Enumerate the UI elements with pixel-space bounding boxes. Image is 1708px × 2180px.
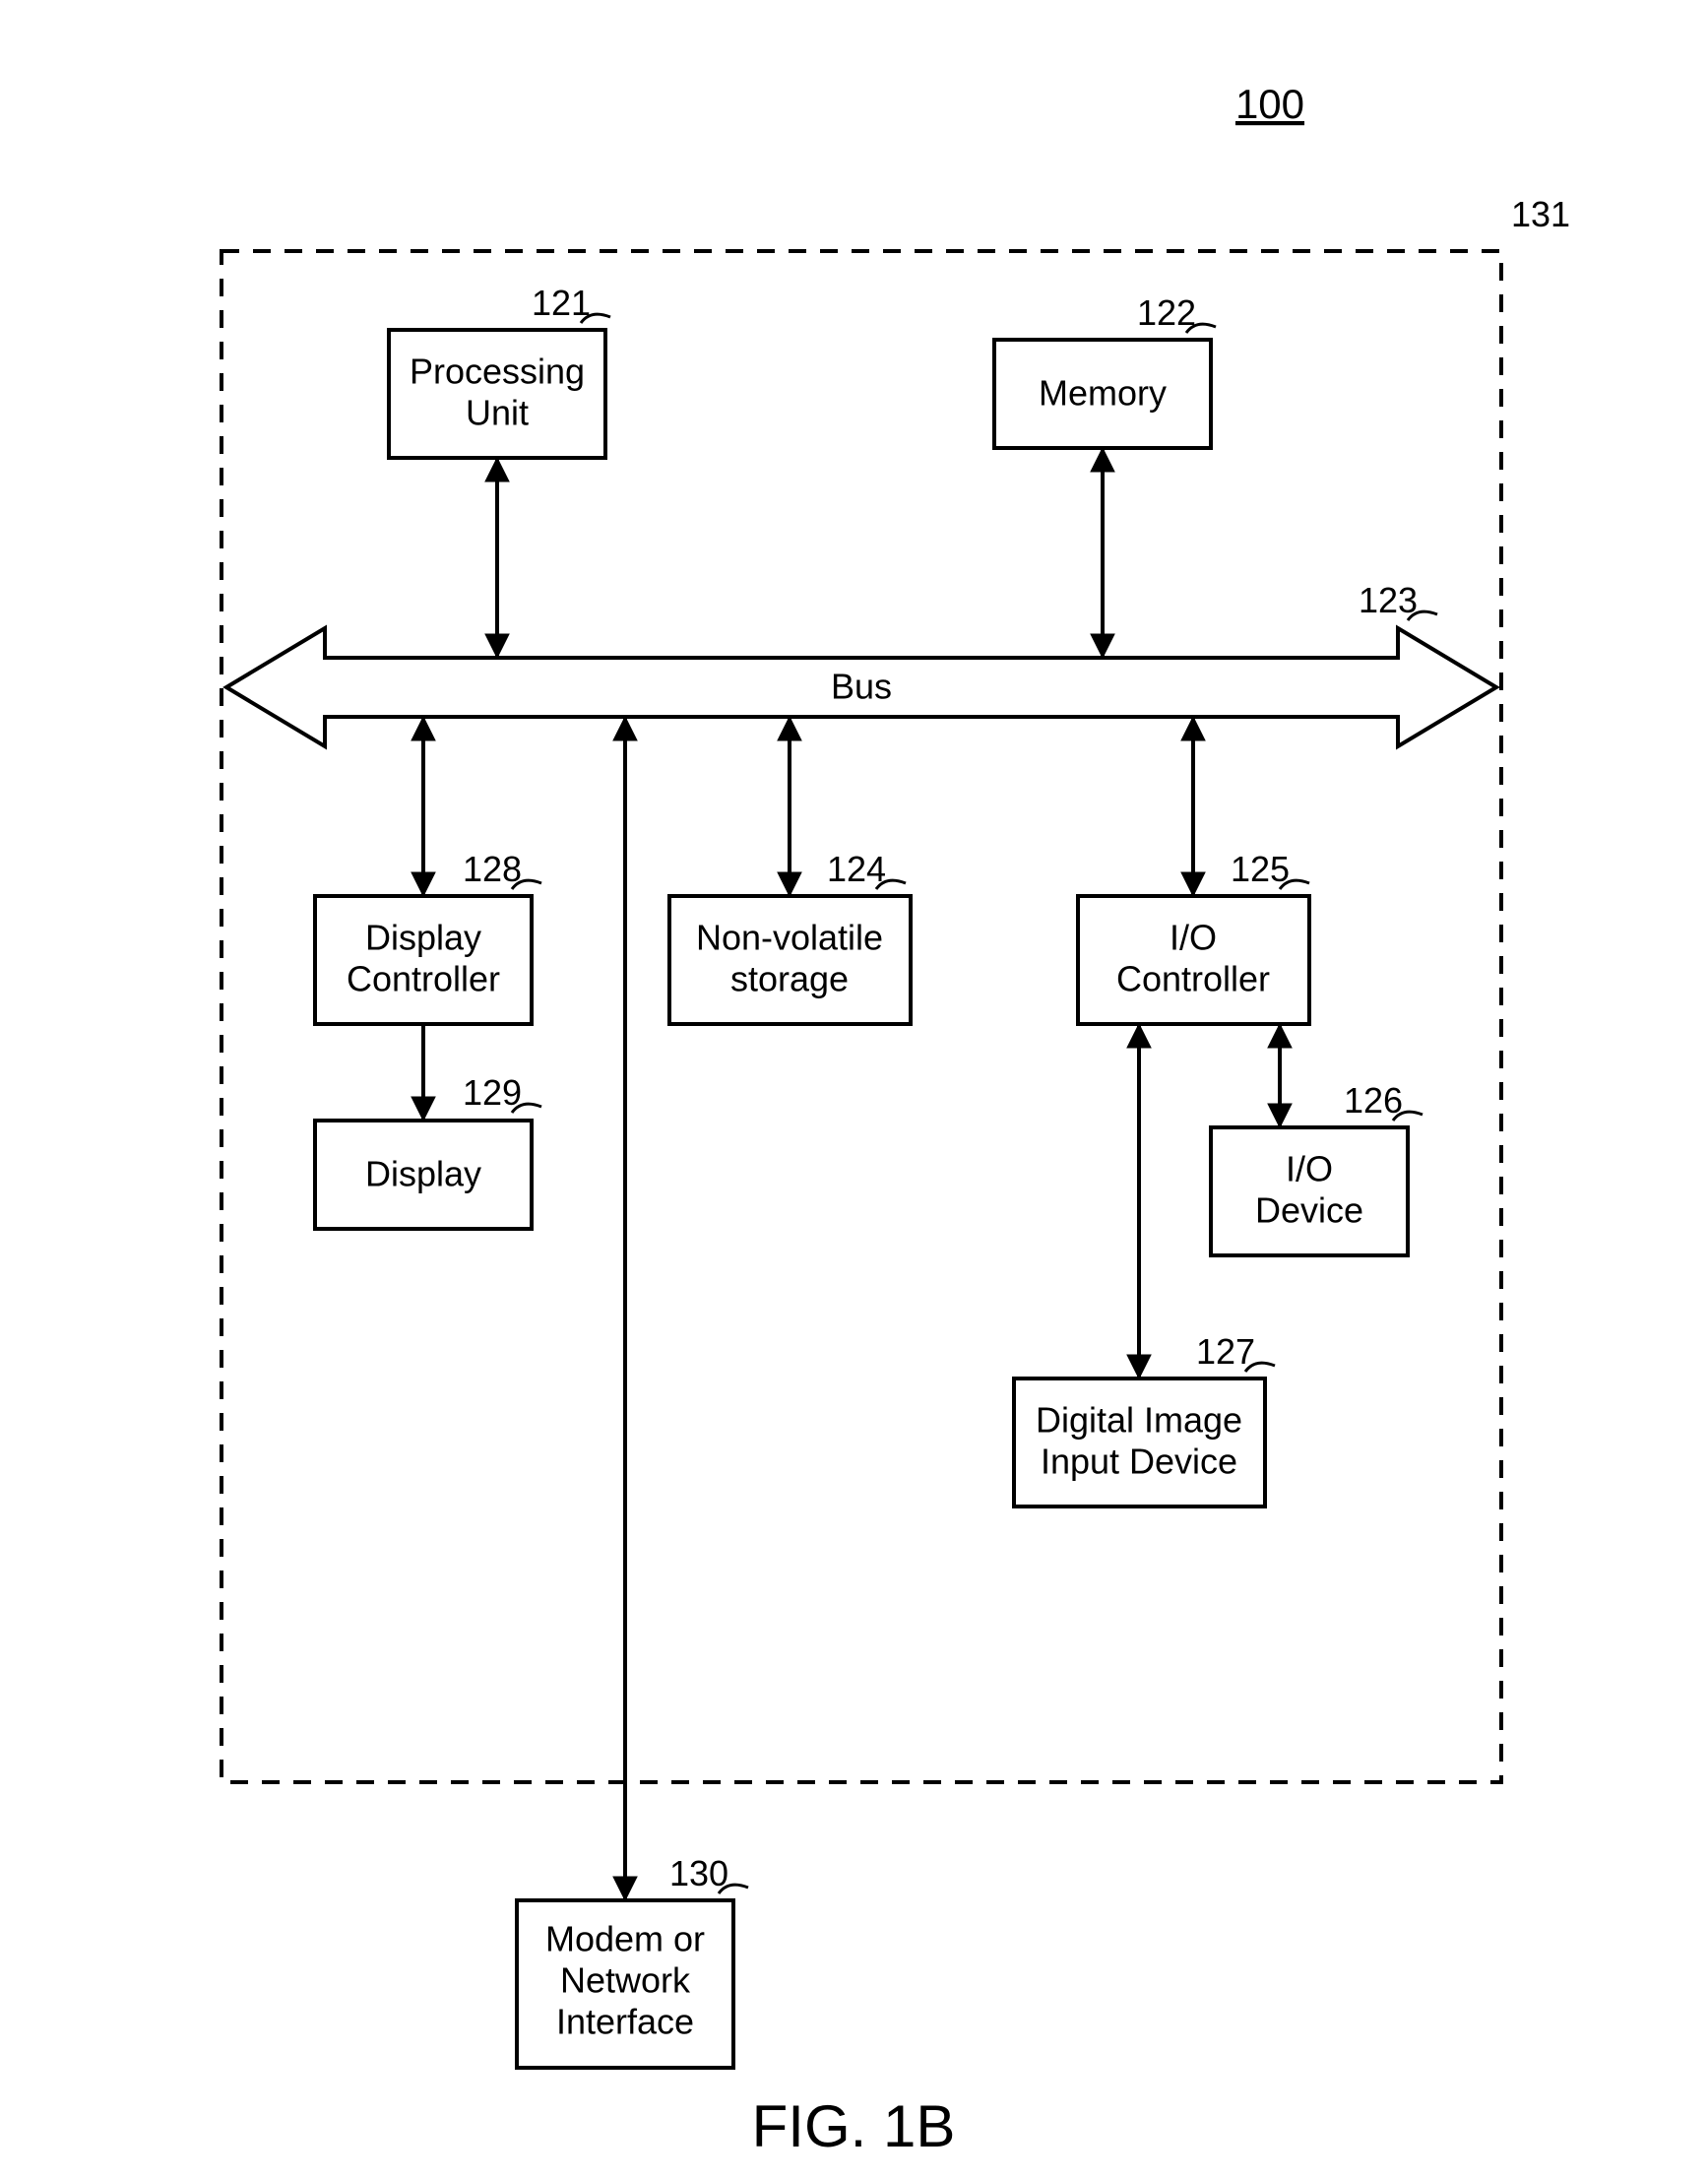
bus: Bus 123 — [226, 580, 1496, 746]
svg-text:Input Device: Input Device — [1041, 1442, 1237, 1482]
memory: Memory 122 — [994, 292, 1216, 448]
svg-text:126: 126 — [1344, 1080, 1403, 1121]
svg-text:I/O: I/O — [1170, 918, 1217, 958]
svg-text:I/O: I/O — [1286, 1149, 1333, 1189]
svg-text:125: 125 — [1231, 849, 1290, 889]
bus-label: Bus — [831, 667, 892, 707]
svg-text:128: 128 — [463, 849, 522, 889]
bus-ref: 123 — [1359, 580, 1418, 620]
svg-text:130: 130 — [669, 1853, 728, 1893]
svg-text:122: 122 — [1137, 292, 1196, 333]
svg-text:Modem or: Modem or — [545, 1919, 705, 1959]
svg-text:Digital Image: Digital Image — [1036, 1400, 1242, 1441]
svg-text:Non-volatile: Non-volatile — [696, 918, 883, 958]
processing-unit: Processing Unit 121 — [389, 283, 610, 458]
svg-text:129: 129 — [463, 1072, 522, 1113]
boundary-ref: 131 — [1511, 194, 1570, 234]
svg-text:Memory: Memory — [1039, 373, 1167, 414]
figure-label: FIG. 1B — [752, 2093, 956, 2159]
svg-text:Controller: Controller — [347, 959, 500, 999]
svg-text:Interface: Interface — [556, 2002, 694, 2042]
io-device: I/O Device 126 — [1211, 1080, 1423, 1255]
figure-ref: 100 — [1235, 81, 1304, 127]
svg-text:127: 127 — [1196, 1331, 1255, 1372]
svg-text:Unit: Unit — [466, 393, 529, 433]
svg-text:Display: Display — [365, 1154, 481, 1194]
svg-text:124: 124 — [827, 849, 886, 889]
diagram-root: 100 131 Bus 123 Processing Unit 121 Memo… — [0, 0, 1708, 2180]
svg-text:121: 121 — [532, 283, 591, 323]
svg-text:Processing: Processing — [410, 352, 585, 392]
svg-text:Display: Display — [365, 918, 481, 958]
svg-text:Network: Network — [560, 1960, 691, 2001]
svg-text:storage: storage — [730, 959, 849, 999]
svg-text:Device: Device — [1255, 1190, 1363, 1231]
svg-text:Controller: Controller — [1116, 959, 1270, 999]
display: Display 129 — [315, 1072, 541, 1229]
